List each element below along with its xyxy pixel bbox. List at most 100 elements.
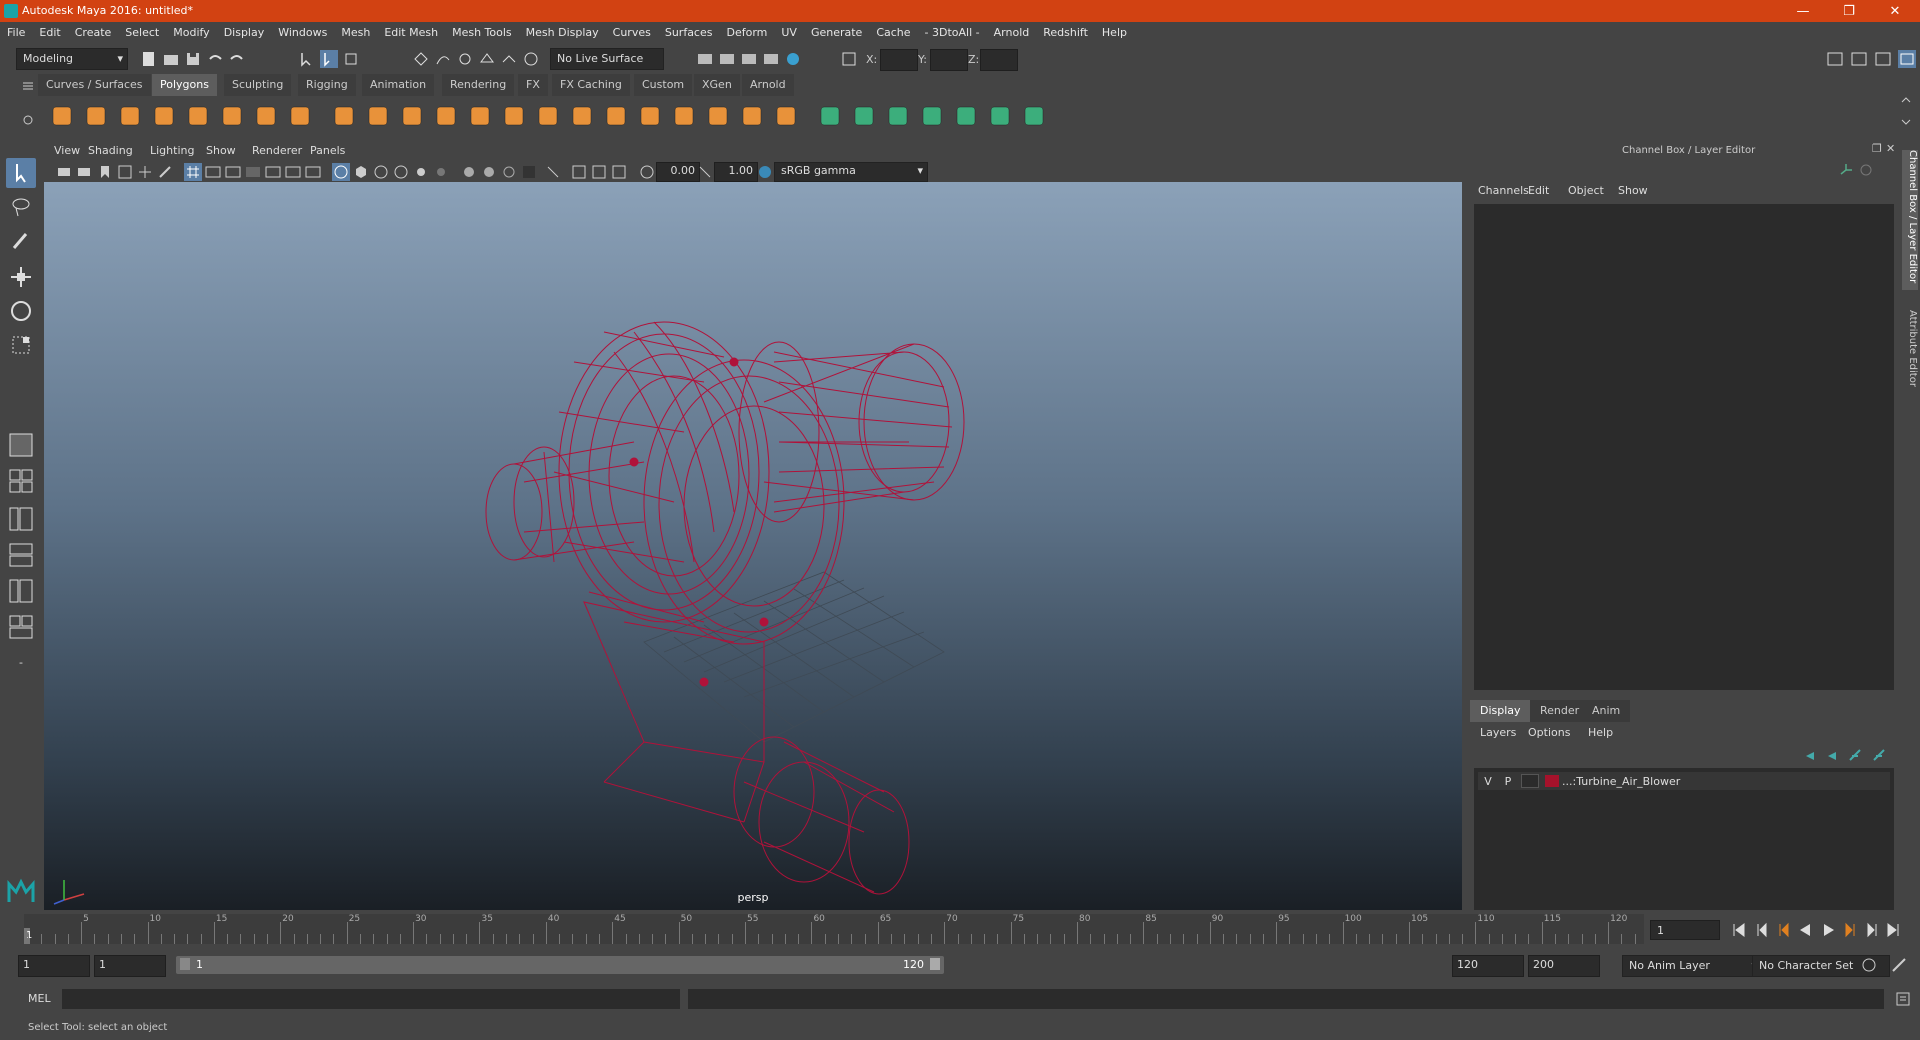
sew-uv-icon[interactable] [918,102,946,130]
pivot-icon[interactable] [1020,102,1048,130]
poly-cylinder-icon[interactable] [116,102,144,130]
viewport-menu-show[interactable]: Show [206,144,236,157]
minimize-button[interactable]: — [1780,0,1826,22]
automatic-uv-icon[interactable] [850,102,878,130]
channel-box-menu-show[interactable]: Show [1618,184,1648,197]
menu-select[interactable]: Select [118,22,166,44]
checker-uv-icon[interactable] [986,102,1014,130]
shelf-menu-icon[interactable] [22,80,34,92]
bevel-icon[interactable] [568,102,596,130]
wireframe-on-shaded-icon[interactable] [372,163,390,181]
go-to-start-icon[interactable] [1733,923,1745,937]
smooth-shade-icon[interactable] [352,163,370,181]
shelf-settings-icon[interactable] [22,114,34,126]
step-forward-key-icon[interactable] [1845,922,1855,938]
shelf-tab-arnold[interactable]: Arnold [742,74,794,96]
attribute-editor-toggle-icon[interactable] [1850,50,1868,68]
viewport-menu-renderer[interactable]: Renderer [252,144,302,157]
step-forward-icon[interactable] [1867,922,1877,938]
shelf-tab-curves-surfaces[interactable]: Curves / Surfaces [38,74,151,96]
layer-playback-toggle[interactable]: P [1498,775,1518,788]
menu-curves[interactable]: Curves [606,22,658,44]
select-tool-button[interactable] [6,158,36,188]
move-tool-button[interactable] [6,262,36,292]
single-perspective-layout-button[interactable] [6,430,36,460]
new-scene-icon[interactable] [140,50,158,68]
viewport-menu-view[interactable]: View [54,144,80,157]
animation-end-field[interactable]: 200 [1528,955,1600,977]
animation-preferences-icon[interactable] [1890,956,1908,974]
maximize-button[interactable]: ❐ [1826,0,1872,22]
menu-create[interactable]: Create [68,22,119,44]
side-tab-channel-box[interactable]: Channel Box / Layer Editor [1902,150,1918,290]
transform-lock-icon[interactable] [840,50,858,68]
poly-cone-icon[interactable] [150,102,178,130]
z-coordinate-field[interactable] [980,49,1018,71]
menu-surfaces[interactable]: Surfaces [658,22,720,44]
bridge-icon[interactable] [602,102,630,130]
render-view-icon[interactable] [762,50,780,68]
shelf-tab-rigging[interactable]: Rigging [298,74,356,96]
reduce-icon[interactable] [500,102,528,130]
mirror-icon[interactable] [534,102,562,130]
layer-row[interactable]: V P ...:Turbine_Air_Blower [1478,772,1890,790]
layer-visibility-toggle[interactable]: V [1478,775,1498,788]
layer-menu-help[interactable]: Help [1588,726,1613,739]
layer-tab-anim[interactable]: Anim [1582,700,1631,722]
scale-tool-button[interactable] [6,330,36,360]
bookmark-icon[interactable] [96,163,114,181]
layer-menu-layers[interactable]: Layers [1480,726,1516,739]
menu-deform[interactable]: Deform [719,22,774,44]
xray-joints-icon[interactable] [590,163,608,181]
redo-icon[interactable] [228,50,246,68]
menu-arnold[interactable]: Arnold [987,22,1037,44]
shelf-tab-animation[interactable]: Animation [362,74,435,96]
move-layer-up-icon[interactable] [1806,752,1814,760]
camera-select-icon[interactable] [56,163,74,181]
command-input[interactable] [62,989,680,1009]
snap-view-plane-icon[interactable] [478,50,496,68]
menu-help[interactable]: Help [1095,22,1134,44]
view-transform-dropdown[interactable]: sRGB gamma ▾ [774,162,928,182]
menu-edit-mesh[interactable]: Edit Mesh [377,22,445,44]
shelf-tab-custom[interactable]: Custom [634,74,693,96]
menu-mesh-display[interactable]: Mesh Display [519,22,606,44]
save-scene-icon[interactable] [184,50,202,68]
safe-action-icon[interactable] [284,163,302,181]
channel-box-menu-channels[interactable]: Channels [1478,184,1529,197]
menu-modify[interactable]: Modify [166,22,216,44]
playback-start-field[interactable]: 1 [94,955,166,977]
shelf-tab-fx-caching[interactable]: FX Caching [552,74,630,96]
auto-keyframe-icon[interactable] [1860,956,1878,974]
select-hierarchy-icon[interactable] [298,50,316,68]
shelf-scroll-arrows[interactable] [1898,96,1914,136]
gamma-icon[interactable] [696,163,714,181]
outliner-layout-button[interactable] [6,612,36,642]
shelf-tab-fx[interactable]: FX [518,74,548,96]
turbine-air-blower-wireframe[interactable] [44,182,1462,910]
playback-end-field[interactable]: 120 [1452,955,1524,977]
poly-plane-icon[interactable] [184,102,212,130]
anim-layer-dropdown[interactable]: No Anim Layer ▾ [1622,955,1762,977]
color-management-icon[interactable] [756,163,774,181]
shelf-tab-xgen[interactable]: XGen [694,74,740,96]
paint-select-tool-button[interactable] [6,226,36,256]
planar-uv-icon[interactable] [816,102,844,130]
layer-tab-render[interactable]: Render [1530,700,1590,722]
select-object-icon[interactable] [320,50,338,68]
range-end-handle[interactable] [930,958,940,970]
channel-box-toggle-icon[interactable] [1898,50,1916,68]
target-weld-icon[interactable] [738,102,766,130]
render-frame-icon[interactable] [718,50,736,68]
depth-of-field-icon[interactable] [520,163,538,181]
menu-cache[interactable]: Cache [869,22,917,44]
exposure-icon[interactable] [638,163,656,181]
persp-outliner-layout-button[interactable] [6,504,36,534]
range-start-handle[interactable] [180,958,190,970]
shadows-icon[interactable] [432,163,450,181]
script-editor-icon[interactable] [1894,990,1912,1008]
screen-space-ao-icon[interactable] [460,163,478,181]
field-chart-icon[interactable] [264,163,282,181]
rotate-tool-button[interactable] [6,296,36,326]
film-gate-icon[interactable] [204,163,222,181]
